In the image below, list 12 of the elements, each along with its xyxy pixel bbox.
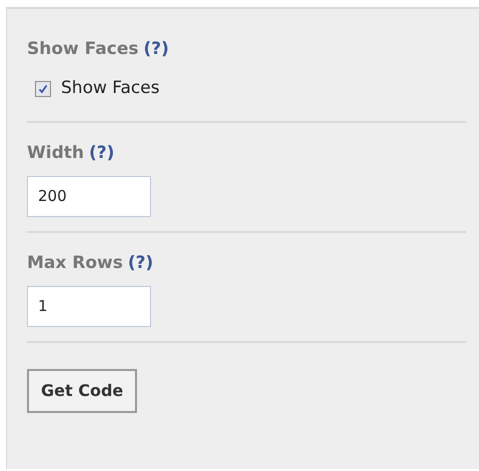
- help-link[interactable]: (?): [143, 37, 169, 63]
- help-link[interactable]: (?): [88, 141, 114, 167]
- get-code-button[interactable]: Get Code: [27, 369, 138, 413]
- section-heading: Max Rows: [27, 252, 123, 276]
- text-field[interactable]: 200: [27, 176, 151, 216]
- checkmark-icon: [38, 84, 48, 94]
- checkbox[interactable]: [35, 81, 51, 97]
- section-heading: Width: [27, 142, 84, 166]
- checkbox-label: Show Faces: [61, 77, 160, 100]
- help-link[interactable]: (?): [128, 251, 154, 277]
- text-field[interactable]: 1: [27, 286, 151, 326]
- section-heading: Show Faces: [27, 38, 138, 62]
